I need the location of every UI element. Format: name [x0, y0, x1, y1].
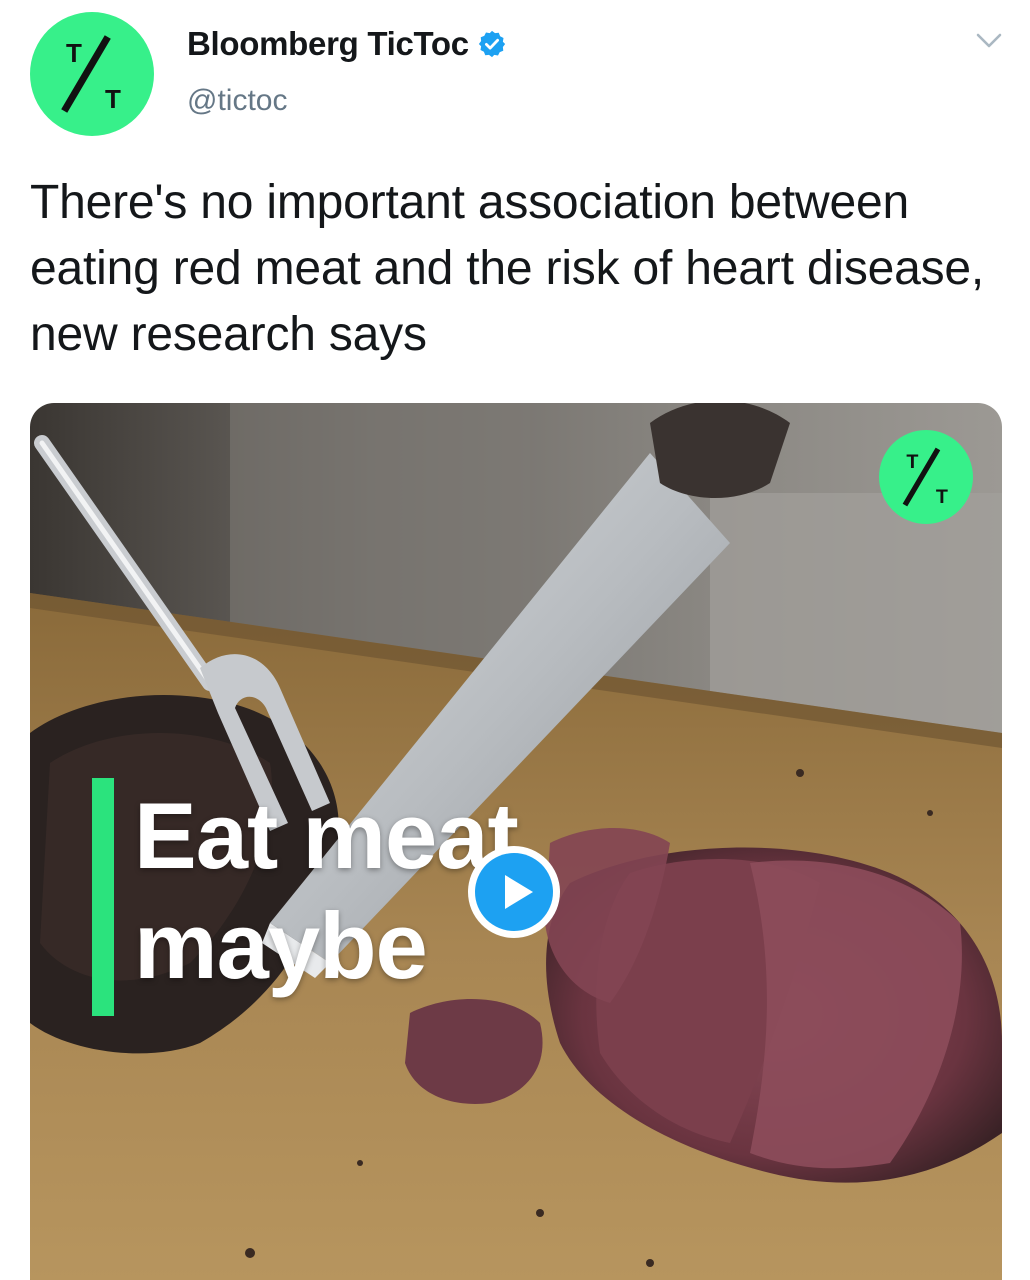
author-name-row[interactable]: Bloomberg TicToc	[187, 20, 507, 68]
tictoc-logo-icon: T T	[61, 35, 121, 114]
svg-text:T: T	[906, 451, 918, 473]
play-button-circle	[475, 853, 553, 931]
author-avatar[interactable]: T T	[30, 12, 154, 136]
overlay-tictoc-logo: T T	[879, 430, 973, 524]
svg-text:T: T	[105, 84, 121, 114]
author-display-name[interactable]: Bloomberg TicToc	[187, 25, 469, 63]
tweet: T T Bloomberg TicToc @tictoc There's no …	[0, 0, 1030, 1280]
caption-accent-bar	[92, 778, 114, 1016]
tictoc-logo-icon: T T	[902, 447, 948, 508]
chevron-down-icon[interactable]	[974, 28, 1004, 52]
play-button[interactable]	[468, 846, 560, 938]
play-icon	[505, 875, 533, 909]
svg-text:T: T	[66, 38, 82, 68]
video-thumbnail[interactable]: T T Eat meat, maybe	[30, 403, 1002, 1280]
svg-text:T: T	[936, 486, 948, 508]
verified-badge-icon	[478, 30, 505, 58]
tweet-text: There's no important association between…	[30, 176, 985, 361]
author-handle[interactable]: @tictoc	[187, 84, 287, 118]
